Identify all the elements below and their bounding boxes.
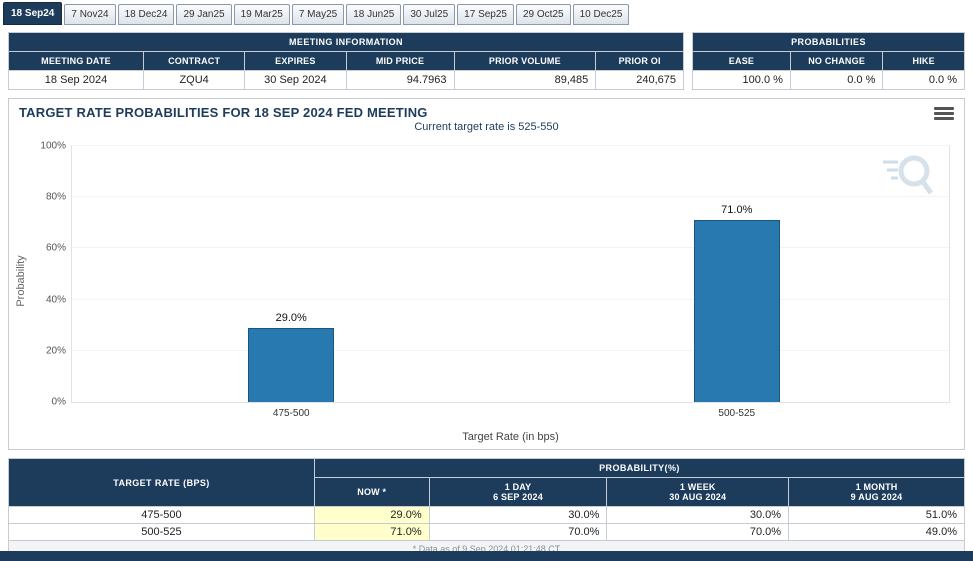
tab-18-sep24[interactable]: 18 Sep24 (3, 2, 62, 25)
col-now: NOW * (314, 478, 429, 507)
col-hike: HIKE (883, 52, 965, 71)
plot-area: 0% 20% 40% 60% 80% 100% 29.0% 71. (71, 145, 950, 403)
gridline-100 (72, 145, 949, 146)
probability-group-header: PROBABILITY(%) (314, 459, 964, 478)
day-cell: 30.0% (429, 507, 607, 524)
tab-18-jun25[interactable]: 18 Jun25 (346, 4, 401, 25)
meeting-date-tabs: 18 Sep24 7 Nov24 18 Dec24 29 Jan25 19 Ma… (0, 0, 973, 25)
meeting-information-row: 18 Sep 2024 ZQU4 30 Sep 2024 94.7963 89,… (9, 71, 684, 90)
gridline-60 (72, 247, 949, 248)
y-axis-title: Probability (15, 255, 27, 306)
tab-30-jul25[interactable]: 30 Jul25 (403, 4, 455, 25)
y-tick-60: 60% (46, 243, 66, 254)
ease-value: 100.0 % (693, 71, 791, 90)
tab-19-mar25[interactable]: 19 Mar25 (234, 4, 290, 25)
bar-475-500[interactable]: 29.0% (248, 328, 334, 402)
rate-cell: 500-525 (9, 524, 315, 541)
y-tick-20: 20% (46, 345, 66, 356)
col-prior-volume: PRIOR VOLUME (454, 52, 596, 71)
col-mid-price: MID PRICE (346, 52, 454, 71)
probabilities-title: PROBABILITIES (693, 33, 965, 52)
meeting-information-title: MEETING INFORMATION (9, 33, 684, 52)
meeting-information-table: MEETING INFORMATION MEETING DATE CONTRAC… (8, 32, 684, 90)
contract-value: ZQU4 (144, 71, 245, 90)
rate-cell: 475-500 (9, 507, 315, 524)
gridline-40 (72, 299, 949, 300)
tab-17-sep25[interactable]: 17 Sep25 (457, 4, 514, 25)
col-contract: CONTRACT (144, 52, 245, 71)
col-1-week: 1 WEEK 30 AUG 2024 (607, 478, 789, 507)
quikstrike-watermark-icon (881, 152, 935, 198)
bar-500-525[interactable]: 71.0% (694, 220, 780, 402)
y-tick-80: 80% (46, 192, 66, 203)
target-rate-chart-panel: TARGET RATE PROBABILITIES FOR 18 SEP 202… (8, 98, 965, 450)
col-no-change: NO CHANGE (790, 52, 882, 71)
chart-title: TARGET RATE PROBABILITIES FOR 18 SEP 202… (19, 105, 428, 120)
col-target-rate-bps: TARGET RATE (BPS) (9, 459, 315, 507)
tab-29-oct25[interactable]: 29 Oct25 (516, 4, 571, 25)
no-change-value: 0.0 % (790, 71, 882, 90)
y-tick-40: 40% (46, 294, 66, 305)
x-tick-475-500: 475-500 (273, 408, 310, 419)
col-ease: EASE (693, 52, 791, 71)
now-cell: 29.0% (314, 507, 429, 524)
gridline-20 (72, 350, 949, 351)
chart-header: TARGET RATE PROBABILITIES FOR 18 SEP 202… (9, 99, 964, 120)
week-cell: 70.0% (607, 524, 789, 541)
tab-7-may25[interactable]: 7 May25 (292, 4, 344, 25)
period-label: 1 MONTH (793, 482, 960, 492)
period-label: 1 WEEK (611, 482, 784, 492)
bottom-bar (0, 551, 973, 561)
col-expires: EXPIRES (245, 52, 346, 71)
gridline-80 (72, 196, 949, 197)
hike-value: 0.0 % (883, 71, 965, 90)
period-date: 6 SEP 2024 (434, 492, 603, 502)
tab-10-dec25[interactable]: 10 Dec25 (573, 4, 630, 25)
col-1-month: 1 MONTH 9 AUG 2024 (789, 478, 965, 507)
top-tables-row: MEETING INFORMATION MEETING DATE CONTRAC… (8, 32, 965, 90)
x-tick-500-525: 500-525 (718, 408, 755, 419)
tab-7-nov24[interactable]: 7 Nov24 (64, 4, 115, 25)
chart-menu-icon[interactable] (934, 107, 954, 120)
expires-value: 30 Sep 2024 (245, 71, 346, 90)
now-cell: 71.0% (314, 524, 429, 541)
period-label: 1 DAY (434, 482, 603, 492)
month-cell: 51.0% (789, 507, 965, 524)
tab-29-jan25[interactable]: 29 Jan25 (176, 4, 231, 25)
x-axis-title: Target Rate (in bps) (71, 431, 950, 443)
meeting-date-value: 18 Sep 2024 (9, 71, 144, 90)
prior-oi-value: 240,675 (596, 71, 684, 90)
day-cell: 70.0% (429, 524, 607, 541)
tab-18-dec24[interactable]: 18 Dec24 (118, 4, 175, 25)
prior-volume-value: 89,485 (454, 71, 596, 90)
y-tick-100: 100% (40, 141, 66, 152)
probabilities-table: PROBABILITIES EASE NO CHANGE HIKE 100.0 … (692, 32, 965, 90)
week-cell: 30.0% (607, 507, 789, 524)
col-meeting-date: MEETING DATE (9, 52, 144, 71)
month-cell: 49.0% (789, 524, 965, 541)
mid-price-value: 94.7963 (346, 71, 454, 90)
bar-value-label: 29.0% (239, 312, 343, 324)
chart-subtitle: Current target rate is 525-550 (9, 121, 964, 133)
probability-history-section: TARGET RATE (BPS) PROBABILITY(%) NOW * 1… (8, 458, 965, 558)
col-prior-oi: PRIOR OI (596, 52, 684, 71)
probabilities-row: 100.0 % 0.0 % 0.0 % (693, 71, 965, 90)
table-row-475-500: 475-500 29.0% 30.0% 30.0% 51.0% (9, 507, 965, 524)
col-1-day: 1 DAY 6 SEP 2024 (429, 478, 607, 507)
period-date: 30 AUG 2024 (611, 492, 784, 502)
bar-value-label: 71.0% (685, 204, 789, 216)
period-date: 9 AUG 2024 (793, 492, 960, 502)
y-tick-0: 0% (52, 397, 66, 408)
probability-history-table: TARGET RATE (BPS) PROBABILITY(%) NOW * 1… (8, 458, 965, 558)
table-row-500-525: 500-525 71.0% 70.0% 70.0% 49.0% (9, 524, 965, 541)
